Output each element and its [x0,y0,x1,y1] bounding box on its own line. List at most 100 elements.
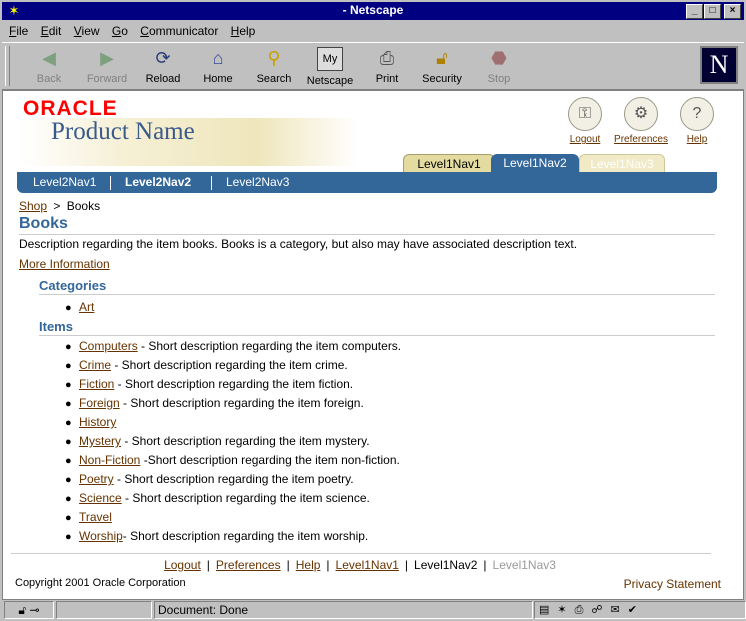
status-text: Document: Done [154,601,533,619]
item-science-link[interactable]: Science [79,491,122,505]
list-item: ● Science - Short description regarding t… [65,491,370,505]
home-button[interactable]: ⌂ Home [198,45,238,87]
list-item: ● Travel [65,510,112,524]
menu-edit[interactable]: Edit [41,22,62,40]
privacy-statement-link[interactable]: Privacy Statement [624,577,721,591]
item-non-fiction-link[interactable]: Non-Fiction [79,453,140,467]
footer-separator: | [206,558,210,572]
reload-icon: ⟳ [155,48,171,68]
forward-button[interactable]: ▶ Forward [80,45,134,87]
level2-nav-item-3[interactable]: Level2Nav3 [226,175,289,189]
global-preferences-button[interactable]: ⚙ Preferences [609,97,673,145]
footer-preferences-link[interactable]: Preferences [216,558,281,572]
footer-separator: | [483,558,487,572]
menu-go[interactable]: Go [112,22,128,40]
menu-bar: File Edit View Go Communicator Help [2,22,744,40]
print-button[interactable]: ⎙ Print [370,45,404,87]
page-description: Description regarding the item books. Bo… [19,237,578,251]
item-description: - Short description regarding the item f… [119,396,364,410]
categories-header: Categories [39,278,715,295]
close-button[interactable]: × [724,4,741,19]
netscape-logo-icon[interactable]: N [700,46,738,84]
global-logout-button[interactable]: ⚿ Logout [565,97,605,145]
list-item: ● Non-Fiction -Short description regardin… [65,453,400,467]
item-computers-link[interactable]: Computers [79,339,138,353]
bullet: ● [65,474,72,486]
bullet: ● [65,302,72,314]
security-status-icon[interactable]: 🔓︎ ⊸ [4,601,54,619]
global-help-button[interactable]: ? Help [679,97,715,145]
list-item: ● Foreign - Short description regarding t… [65,396,364,410]
level2-nav-item-1[interactable]: Level2Nav1 [33,175,96,189]
menu-communicator[interactable]: Communicator [140,22,218,40]
progress-panel [56,601,152,619]
home-icon: ⌂ [212,48,224,68]
footer-separator: | [404,558,409,572]
menu-help[interactable]: Help [231,22,256,40]
item-worship-link[interactable]: Worship [79,529,123,543]
lock-icon: 🔓︎ [436,48,448,68]
footer-divider [11,553,711,554]
footer-level1nav1-link[interactable]: Level1Nav1 [336,558,399,572]
footer-logout-link[interactable]: Logout [164,558,201,572]
bullet: ● [65,379,72,391]
item-crime-link[interactable]: Crime [79,358,111,372]
list-item: ● Mystery - Short description regarding t… [65,434,370,448]
window-title: - Netscape [342,3,404,17]
navigation-toolbar: ◀ Back ▶ Forward ⟳ Reload ⌂ Home ⚲ Search My N… [2,42,744,90]
help-icon: ? [680,97,714,131]
item-fiction-link[interactable]: Fiction [79,377,114,391]
item-description: - Short description regarding the item c… [137,339,402,353]
footer-separator: | [286,558,290,572]
toolbar-grip[interactable] [5,46,10,86]
level2-nav-bar: Level2Nav1 Level2Nav2 Level2Nav3 [17,172,717,193]
menu-view[interactable]: View [74,22,100,40]
list-item: ● Art [65,300,94,314]
more-information-link[interactable]: More Information [19,257,110,271]
item-poetry-link[interactable]: Poetry [79,472,114,486]
item-description: - Short description regarding the item f… [114,377,354,391]
item-travel-link[interactable]: Travel [79,510,112,524]
level2-nav-item-2[interactable]: Level2Nav2 [125,175,191,189]
bullet: ● [65,455,72,467]
tab-level1nav1[interactable]: Level1Nav1 [403,154,495,173]
item-description: -Short description regarding the item no… [140,453,400,467]
footer-links: Logout | Preferences | Help | Level1Nav1 | Level… [3,558,717,572]
breadcrumb-shop-link[interactable]: Shop [19,199,47,213]
tab-level1nav2[interactable]: Level1Nav2 [491,154,579,172]
item-history-link[interactable]: History [79,415,116,429]
back-button[interactable]: ◀ Back [24,45,74,87]
reload-button[interactable]: ⟳ Reload [140,45,186,87]
search-button[interactable]: ⚲ Search [252,45,296,87]
netscape-button[interactable]: My Netscape [304,45,356,87]
list-item: ● History [65,415,116,429]
items-header: Items [39,319,715,336]
component-bar-icons[interactable]: ▤✶⎙☍✉✔ [534,601,746,619]
bullet: ● [65,398,72,410]
bullet: ● [65,531,72,543]
item-mystery-link[interactable]: Mystery [79,434,121,448]
list-item: ● Poetry - Short description regarding th… [65,472,354,486]
item-foreign-link[interactable]: Foreign [79,396,120,410]
breadcrumb-separator: > [53,199,61,213]
browser-content: ORACLE Product Name ⚿ Logout ⚙ Preferenc… [2,90,744,600]
list-item: ● Computers - Short description regarding… [65,339,401,353]
logout-icon: ⚿ [568,97,602,131]
list-item: ● Worship- Short description regarding th… [65,529,368,543]
menu-file[interactable]: File [9,22,28,40]
footer-level1nav3-disabled: Level1Nav3 [492,558,556,572]
breadcrumb-current: Books [66,199,101,213]
page-title: Books [19,215,715,235]
bullet: ● [65,417,72,429]
tab-level1nav3[interactable]: Level1Nav3 [579,154,665,173]
stop-button[interactable]: ⬣ Stop [482,45,516,87]
search-icon: ⚲ [267,48,281,68]
footer-help-link[interactable]: Help [296,558,321,572]
security-button[interactable]: 🔓︎ Security [418,45,466,87]
category-art-link[interactable]: Art [79,300,94,314]
item-description: - Short description regarding the item m… [121,434,370,448]
window-title-bar[interactable]: ✶ - Netscape _ □ × [2,2,744,20]
minimize-button[interactable]: _ [686,4,703,19]
level2-separator [110,176,111,190]
maximize-button[interactable]: □ [704,4,721,19]
